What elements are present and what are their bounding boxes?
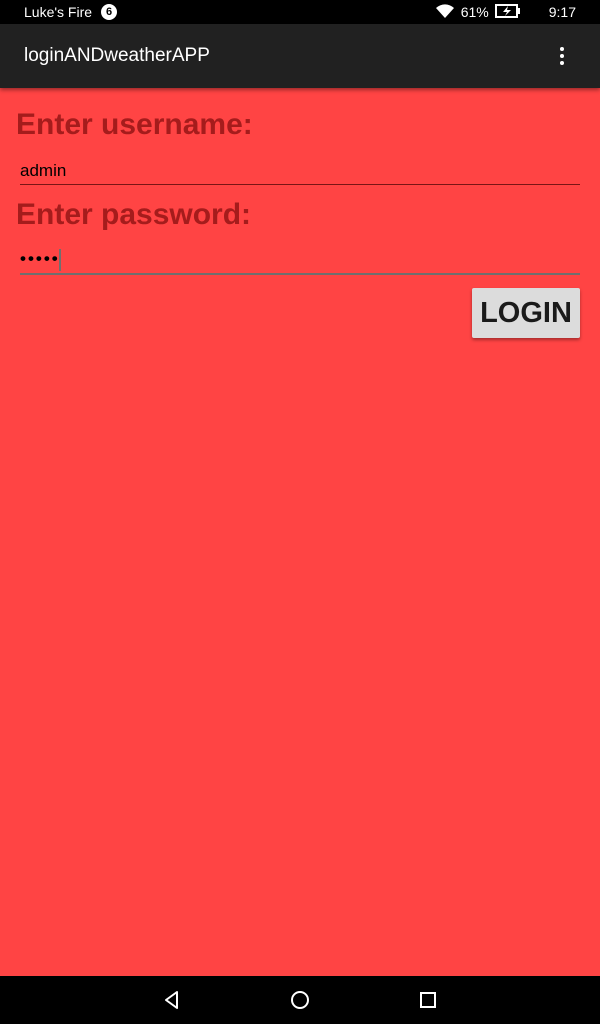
login-button[interactable]: LOGIN	[472, 288, 580, 338]
battery-percent: 61%	[460, 4, 489, 20]
password-label: Enter password:	[16, 198, 252, 231]
password-input[interactable]: •••••	[20, 245, 580, 275]
screen: Luke's Fire 6 61% 9:17 loginANDweatherAP…	[0, 0, 600, 1024]
carrier-label: Luke's Fire	[24, 4, 93, 20]
status-left: Luke's Fire 6	[24, 0, 118, 24]
overflow-menu-icon[interactable]	[550, 44, 574, 68]
username-label: Enter username:	[16, 108, 253, 141]
status-right: 61% 9:17	[435, 0, 576, 24]
login-form: Enter username: admin Enter password: ••…	[0, 88, 600, 976]
recent-apps-icon[interactable]	[412, 984, 444, 1016]
app-title: loginANDweatherAPP	[24, 45, 210, 66]
navigation-bar	[0, 976, 600, 1024]
username-input[interactable]: admin	[20, 158, 580, 185]
status-bar: Luke's Fire 6 61% 9:17	[0, 0, 600, 24]
clock: 9:17	[548, 4, 576, 20]
back-icon[interactable]	[156, 984, 188, 1016]
text-cursor	[58, 248, 61, 271]
password-value: •••••	[20, 249, 60, 268]
notification-count-badge: 6	[101, 4, 118, 20]
app-bar: loginANDweatherAPP	[0, 24, 600, 88]
wifi-icon	[435, 3, 455, 22]
battery-charging-icon	[494, 3, 521, 21]
home-icon[interactable]	[284, 984, 316, 1016]
